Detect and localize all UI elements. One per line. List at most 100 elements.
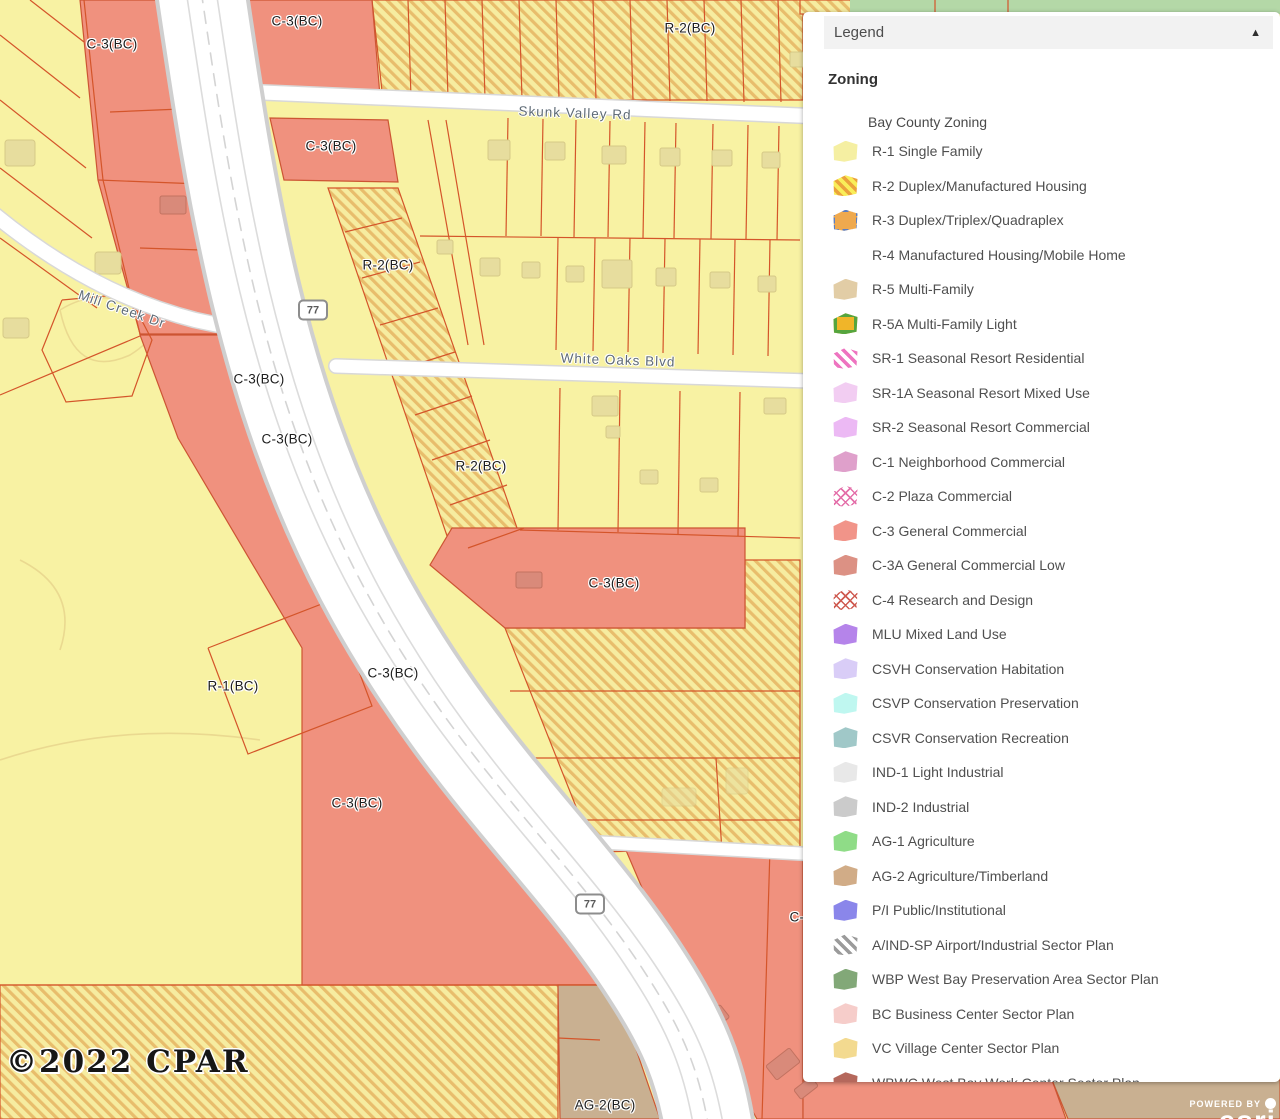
legend-item-label: WBP West Bay Preservation Area Sector Pl… — [872, 971, 1159, 987]
legend-swatch — [833, 451, 858, 472]
legend-swatch — [833, 348, 858, 369]
legend-item: SR-2 Seasonal Resort Commercial — [833, 410, 1280, 445]
legend-item: IND-1 Light Industrial — [833, 755, 1280, 790]
legend-item-label: C-1 Neighborhood Commercial — [872, 454, 1065, 470]
legend-item-label: SR-1 Seasonal Resort Residential — [872, 350, 1084, 366]
legend-item-label: A/IND-SP Airport/Industrial Sector Plan — [872, 937, 1114, 953]
zone-label: C-3(BC) — [306, 139, 357, 154]
legend-swatch — [833, 865, 858, 886]
zone-label: C-3(BC) — [368, 666, 419, 681]
legend-item: C-2 Plaza Commercial — [833, 479, 1280, 514]
legend-swatch — [833, 141, 858, 162]
legend-swatch — [833, 520, 858, 541]
legend-swatch — [833, 693, 858, 714]
legend-item: VC Village Center Sector Plan — [833, 1031, 1280, 1066]
legend-item-label: R-5A Multi-Family Light — [872, 316, 1017, 332]
legend-item: IND-2 Industrial — [833, 790, 1280, 825]
legend-swatch — [833, 1003, 858, 1024]
legend-swatch — [833, 210, 858, 231]
legend-swatch — [833, 417, 858, 438]
legend-item: R-2 Duplex/Manufactured Housing — [833, 169, 1280, 204]
legend-item: AG-2 Agriculture/Timberland — [833, 859, 1280, 894]
legend-item-label: C-2 Plaza Commercial — [872, 488, 1012, 504]
zone-label: R-2(BC) — [456, 459, 507, 474]
legend-item-label: CSVR Conservation Recreation — [872, 730, 1069, 746]
legend-swatch — [833, 486, 858, 507]
legend-swatch — [833, 934, 858, 955]
legend-item-label: CSVP Conservation Preservation — [872, 695, 1079, 711]
legend-item-label: R-2 Duplex/Manufactured Housing — [872, 178, 1087, 194]
legend-item: R-4 Manufactured Housing/Mobile Home — [833, 238, 1280, 273]
legend-item: R-1 Single Family — [833, 134, 1280, 169]
zone-label: C-3(BC) — [87, 37, 138, 52]
legend-item: C-1 Neighborhood Commercial — [833, 445, 1280, 480]
legend-item: A/IND-SP Airport/Industrial Sector Plan — [833, 928, 1280, 963]
legend-swatch — [833, 1038, 858, 1059]
legend-swatch — [833, 279, 858, 300]
legend-swatch — [833, 796, 858, 817]
legend-item: C-4 Research and Design — [833, 583, 1280, 618]
legend-item: SR-1 Seasonal Resort Residential — [833, 341, 1280, 376]
highway-shield: 77 — [575, 894, 605, 915]
legend-item-label: C-4 Research and Design — [872, 592, 1033, 608]
legend-swatch — [833, 555, 858, 576]
legend-item-label: AG-2 Agriculture/Timberland — [872, 868, 1048, 884]
legend-body: Zoning Bay County Zoning R-1 Single Fami… — [803, 49, 1280, 1082]
legend-item: R-5 Multi-Family — [833, 272, 1280, 307]
legend-swatch — [833, 969, 858, 990]
legend-item: SR-1A Seasonal Resort Mixed Use — [833, 376, 1280, 411]
legend-swatch — [833, 313, 858, 334]
legend-item: CSVP Conservation Preservation — [833, 686, 1280, 721]
legend-item: CSVH Conservation Habitation — [833, 652, 1280, 687]
legend-item-label: WBWC West Bay Work Center Sector Plan — [872, 1075, 1140, 1082]
legend-swatch — [833, 175, 858, 196]
legend-header[interactable]: Legend ▲ — [824, 16, 1273, 49]
legend-item: AG-1 Agriculture — [833, 824, 1280, 859]
legend-item-label: BC Business Center Sector Plan — [872, 1006, 1074, 1022]
legend-swatch — [833, 382, 858, 403]
legend-item-label: R-1 Single Family — [872, 143, 982, 159]
zone-label: AG-2(BC) — [575, 1098, 636, 1113]
legend-item: WBP West Bay Preservation Area Sector Pl… — [833, 962, 1280, 997]
collapse-chevron-icon[interactable]: ▲ — [1250, 27, 1261, 39]
legend-item: BC Business Center Sector Plan — [833, 997, 1280, 1032]
zone-label: C-3(BC) — [234, 372, 285, 387]
zone-label: R-2(BC) — [665, 21, 716, 36]
zone-label: C-3(BC) — [272, 14, 323, 29]
legend-item-label: P/I Public/Institutional — [872, 902, 1006, 918]
legend-item-label: R-4 Manufactured Housing/Mobile Home — [872, 247, 1126, 263]
legend-panel: Legend ▲ Zoning Bay County Zoning R-1 Si… — [803, 12, 1280, 1082]
legend-item: R-3 Duplex/Triplex/Quadraplex — [833, 203, 1280, 238]
legend-items: R-1 Single Family R-2 Duplex/Manufactured… — [828, 134, 1280, 1082]
esri-attribution: POWERED BY esri — [1189, 1098, 1276, 1119]
legend-item-label: C-3 General Commercial — [872, 523, 1027, 539]
esri-logo[interactable]: esri — [1189, 1109, 1276, 1119]
legend-item-label: SR-2 Seasonal Resort Commercial — [872, 419, 1090, 435]
legend-item-label: AG-1 Agriculture — [872, 833, 975, 849]
legend-item: C-3 General Commercial — [833, 514, 1280, 549]
legend-swatch — [833, 762, 858, 783]
legend-item-label: IND-1 Light Industrial — [872, 764, 1004, 780]
legend-item: MLU Mixed Land Use — [833, 617, 1280, 652]
legend-swatch — [833, 1072, 858, 1082]
legend-swatch — [833, 900, 858, 921]
legend-item-label: C-3A General Commercial Low — [872, 557, 1065, 573]
legend-item-label: R-5 Multi-Family — [872, 281, 974, 297]
legend-swatch — [833, 589, 858, 610]
legend-item: C-3A General Commercial Low — [833, 548, 1280, 583]
legend-item: P/I Public/Institutional — [833, 893, 1280, 928]
legend-item-label: CSVH Conservation Habitation — [872, 661, 1064, 677]
legend-item: CSVR Conservation Recreation — [833, 721, 1280, 756]
legend-item: WBWC West Bay Work Center Sector Plan — [833, 1066, 1280, 1083]
zone-label: C-3(BC) — [262, 432, 313, 447]
legend-layer-title: Bay County Zoning — [868, 114, 1280, 130]
legend-item-label: IND-2 Industrial — [872, 799, 969, 815]
legend-title: Legend — [834, 24, 884, 41]
zone-label: C-3(BC) — [589, 576, 640, 591]
copyright-watermark: ©2022 CPAR — [6, 1044, 250, 1080]
legend-swatch — [833, 727, 858, 748]
zone-label: R-2(BC) — [363, 258, 414, 273]
legend-item-label: SR-1A Seasonal Resort Mixed Use — [872, 385, 1090, 401]
legend-item-label: VC Village Center Sector Plan — [872, 1040, 1059, 1056]
legend-swatch — [833, 624, 858, 645]
